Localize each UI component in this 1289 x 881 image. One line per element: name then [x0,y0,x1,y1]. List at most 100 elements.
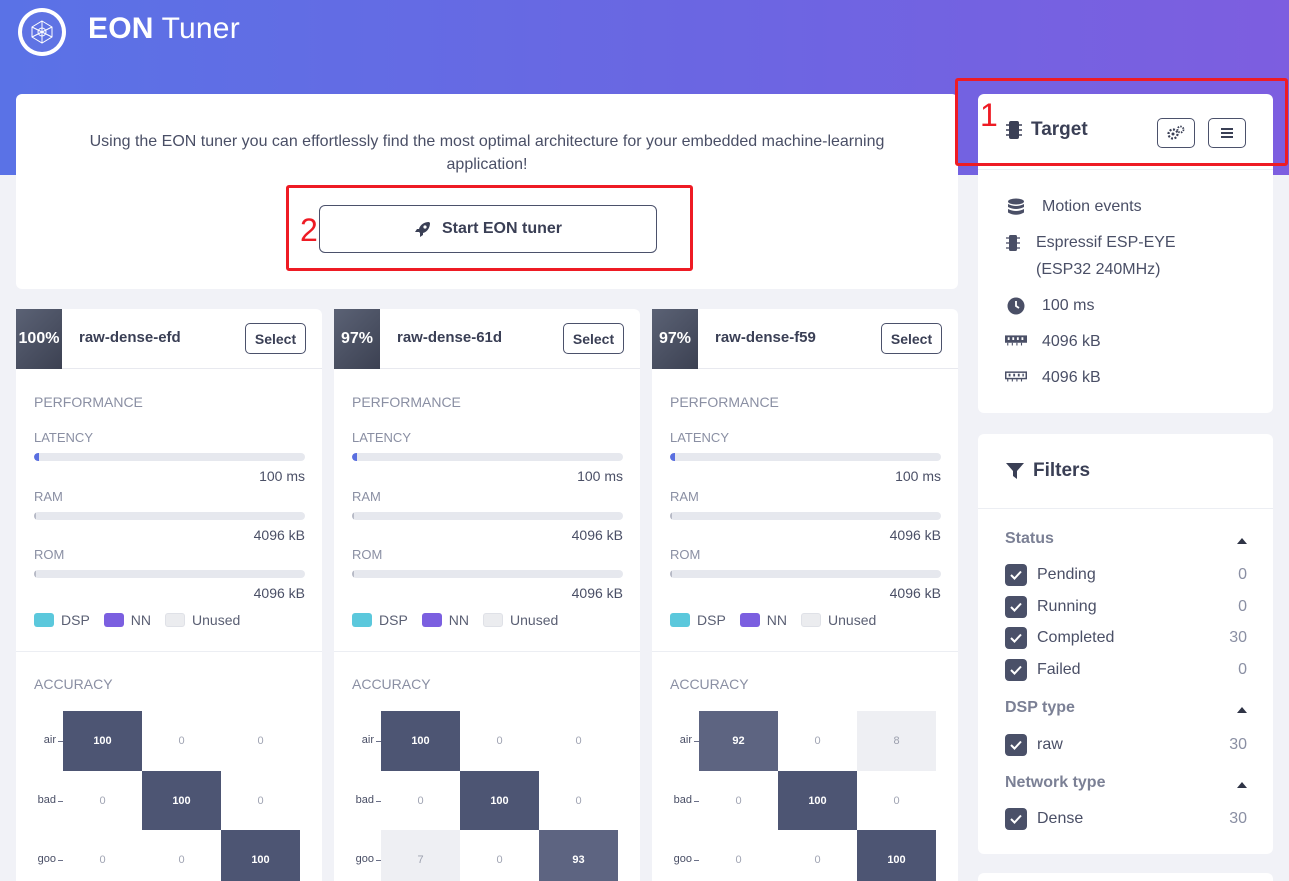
confusion-matrix: air bad goo 92 0 8 0 100 0 0 0 100 [652,711,958,881]
result-header: 100% raw-dense-efd Select [16,309,322,369]
checkbox-checked-icon[interactable] [1005,734,1027,756]
score-badge: 97% [652,309,698,369]
matrix-cell: 0 [699,771,778,831]
result-header: 97% raw-dense-61d Select [334,309,640,369]
latency-bar [352,453,623,461]
app-title: EON Tuner [88,12,240,45]
dsp-swatch [34,613,54,627]
filter-failed[interactable]: Failed 0 [1005,659,1247,681]
filters-title: Filters [1005,460,1090,482]
caret-up-icon[interactable] [1237,782,1247,788]
rom-icon [1005,371,1027,382]
matrix-row-label: goo [673,853,692,865]
matrix-row-label: air [43,734,56,746]
matrix-cell: 0 [778,830,857,881]
filter-running[interactable]: Running 0 [1005,596,1247,618]
clock-icon [1007,297,1025,315]
rom-label: ROM [352,547,383,562]
filter-group-status[interactable]: Status [1005,530,1247,548]
matrix-cell: 8 [857,711,936,771]
rom-bar [34,570,305,578]
checkbox-checked-icon[interactable] [1005,627,1027,649]
target-rom: 4096 kB [1005,364,1101,391]
ram-label: RAM [670,489,699,504]
caret-up-icon[interactable] [1237,538,1247,544]
network-icon [31,20,53,44]
latency-bar [670,453,941,461]
matrix-cell: 0 [63,771,142,831]
ram-value: 4096 kB [571,527,623,543]
unused-swatch [801,613,822,627]
dsp-swatch [352,613,372,627]
matrix-cell: 100 [142,771,221,831]
accuracy-heading: ACCURACY [670,676,749,692]
checkbox-checked-icon[interactable] [1005,808,1027,830]
ram-bar [34,512,305,520]
usage-legend: DSP NN Unused [34,612,240,628]
matrix-cell: 0 [778,711,857,771]
database-icon [1008,198,1024,215]
matrix-cell: 100 [381,711,460,771]
checkbox-checked-icon[interactable] [1005,596,1027,618]
ram-value: 4096 kB [253,527,305,543]
matrix-row-label: bad [37,794,56,806]
section-divider [334,651,640,652]
usage-legend: DSP NN Unused [670,612,876,628]
matrix-row-label: air [679,734,692,746]
filter-group-dsp-type[interactable]: DSP type [1005,699,1075,717]
section-divider [652,651,958,652]
accuracy-heading: ACCURACY [34,676,113,692]
ram-label: RAM [34,489,63,504]
select-button[interactable]: Select [881,323,942,354]
filter-pending[interactable]: Pending 0 [1005,564,1247,586]
matrix-cell: 0 [460,711,539,771]
dsp-swatch [670,613,690,627]
checkbox-checked-icon[interactable] [1005,659,1027,681]
matrix-cell: 0 [460,830,539,881]
matrix-cell: 100 [221,830,300,881]
caret-up-icon[interactable] [1237,707,1247,713]
matrix-cell: 92 [699,711,778,771]
ram-value: 4096 kB [889,527,941,543]
next-card [978,873,1273,881]
rom-label: ROM [670,547,701,562]
matrix-row-label: air [361,734,374,746]
matrix-cell: 100 [63,711,142,771]
model-name: raw-dense-efd [79,329,181,346]
filters-divider [978,508,1273,509]
filter-raw[interactable]: raw 30 [1005,734,1247,756]
filter-completed[interactable]: Completed 30 [1005,627,1247,649]
usage-legend: DSP NN Unused [352,612,558,628]
performance-heading: PERFORMANCE [670,394,779,410]
checkbox-checked-icon[interactable] [1005,564,1027,586]
result-card: 97% raw-dense-f59 Select PERFORMANCE LAT… [652,309,958,881]
select-button[interactable]: Select [563,323,624,354]
filter-dense[interactable]: Dense 30 [1005,808,1247,830]
latency-value: 100 ms [895,468,941,484]
matrix-cell: 0 [221,711,300,771]
latency-value: 100 ms [259,468,305,484]
matrix-cell: 0 [699,830,778,881]
rom-value: 4096 kB [253,585,305,601]
performance-heading: PERFORMANCE [352,394,461,410]
latency-label: LATENCY [670,430,729,445]
latency-bar [34,453,305,461]
nn-swatch [739,613,760,627]
annotation-box-1 [955,78,1288,166]
chip-icon [1006,235,1020,251]
score-badge: 100% [16,309,62,369]
model-name: raw-dense-61d [397,329,503,346]
confusion-matrix: air bad goo 100 0 0 0 100 0 0 0 100 [16,711,322,881]
matrix-cell: 0 [381,771,460,831]
target-ram: 4096 kB [1005,328,1101,355]
intro-text: Using the EON tuner you can effortlessly… [89,133,885,173]
filter-group-network-type[interactable]: Network type [1005,774,1105,792]
matrix-cell: 0 [539,771,618,831]
rom-label: ROM [34,547,65,562]
target-dataset: Motion events [1005,193,1142,220]
matrix-cell: 100 [857,830,936,881]
score-badge: 97% [334,309,380,369]
performance-heading: PERFORMANCE [34,394,143,410]
select-button[interactable]: Select [245,323,306,354]
matrix-row-label: goo [37,853,56,865]
